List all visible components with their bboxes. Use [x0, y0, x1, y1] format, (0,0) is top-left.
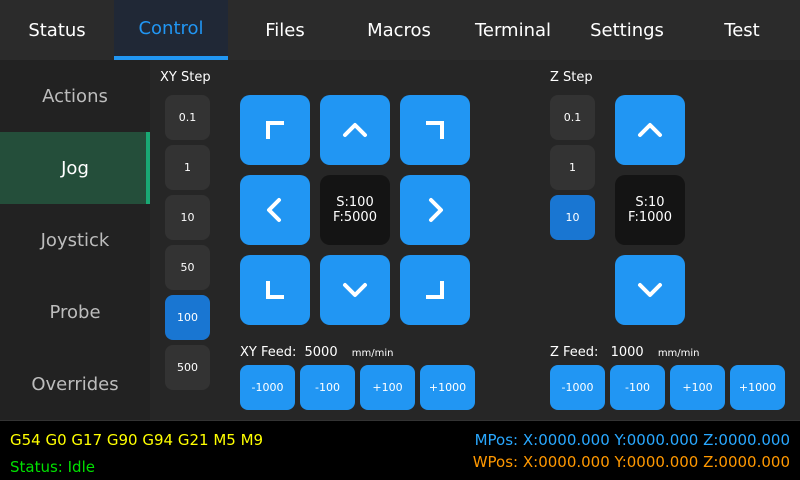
arrow-up-icon [638, 123, 662, 137]
arrow-up-left-icon [266, 121, 284, 139]
arrow-down-left-icon [266, 281, 284, 299]
tab-files[interactable]: Files [228, 0, 342, 60]
sidebar-item-jog[interactable]: Jog [0, 132, 150, 204]
z-feed-rate: F:1000 [628, 210, 672, 225]
xy-feed-plus-100-button[interactable]: +100 [360, 365, 415, 410]
z-feed-plus-100-button[interactable]: +100 [670, 365, 725, 410]
xy-feed-unit: mm/min [351, 348, 394, 359]
tab-macros[interactable]: Macros [342, 0, 456, 60]
z-step-0.1-button[interactable]: 0.1 [550, 95, 595, 140]
sidebar-item-overrides[interactable]: Overrides [0, 348, 150, 420]
xy-feed-minus-100-button[interactable]: -100 [300, 365, 355, 410]
arrow-up-icon [343, 123, 367, 137]
z-step-10-button[interactable]: 10 [550, 195, 595, 240]
xy-step-0.1-button[interactable]: 0.1 [165, 95, 210, 140]
z-feed-label: Z Feed: [550, 345, 599, 360]
jog-panel: XY Step 0.1 1 10 50 100 500 S:100 F:5000… [150, 60, 800, 420]
sidebar-item-actions[interactable]: Actions [0, 60, 150, 132]
z-feed-row: Z Feed: 1000 mm/min [550, 345, 700, 360]
z-feed-unit: mm/min [657, 348, 700, 359]
machine-state: Status: Idle [10, 458, 95, 476]
xy-feed-label: XY Feed: [240, 345, 297, 360]
sidebar: Actions Jog Joystick Probe Overrides [0, 60, 150, 420]
jog-right-button[interactable] [400, 175, 470, 245]
z-feed-minus-1000-button[interactable]: -1000 [550, 365, 605, 410]
xy-feed-plus-1000-button[interactable]: +1000 [420, 365, 475, 410]
arrow-down-right-icon [426, 281, 444, 299]
z-speed: S:10 [635, 195, 665, 210]
z-feed-value: 1000 [610, 345, 644, 360]
work-position: WPos: X:0000.000 Y:0000.000 Z:0000.000 [472, 453, 790, 471]
sidebar-item-probe[interactable]: Probe [0, 276, 150, 348]
jog-left-button[interactable] [240, 175, 310, 245]
machine-position: MPos: X:0000.000 Y:0000.000 Z:0000.000 [474, 431, 790, 449]
tab-test[interactable]: Test [684, 0, 800, 60]
xy-step-10-button[interactable]: 10 [165, 195, 210, 240]
arrow-right-icon [429, 198, 443, 222]
tab-control[interactable]: Control [114, 0, 228, 60]
jog-z-down-button[interactable] [615, 255, 685, 325]
tab-status[interactable]: Status [0, 0, 114, 60]
jog-down-right-button[interactable] [400, 255, 470, 325]
z-step-1-button[interactable]: 1 [550, 145, 595, 190]
xy-feed-row: XY Feed: 5000 mm/min [240, 345, 393, 360]
jog-up-right-button[interactable] [400, 95, 470, 165]
z-feed-minus-100-button[interactable]: -100 [610, 365, 665, 410]
jog-z-up-button[interactable] [615, 95, 685, 165]
xy-speed: S:100 [336, 195, 374, 210]
z-feed-plus-1000-button[interactable]: +1000 [730, 365, 785, 410]
xy-step-50-button[interactable]: 50 [165, 245, 210, 290]
status-bar: G54 G0 G17 G90 G94 G21 M5 M9 Status: Idl… [0, 420, 800, 480]
arrow-left-icon [267, 198, 281, 222]
jog-down-left-button[interactable] [240, 255, 310, 325]
top-nav: Status Control Files Macros Terminal Set… [0, 0, 800, 60]
jog-down-button[interactable] [320, 255, 390, 325]
z-step-label: Z Step [550, 70, 593, 85]
z-speed-feed-display: S:10 F:1000 [615, 175, 685, 245]
tab-terminal[interactable]: Terminal [456, 0, 570, 60]
xy-feed-minus-1000-button[interactable]: -1000 [240, 365, 295, 410]
xy-feed-value: 5000 [304, 345, 338, 360]
arrow-down-icon [638, 283, 662, 297]
jog-up-button[interactable] [320, 95, 390, 165]
xy-step-label: XY Step [160, 70, 211, 85]
xy-step-100-button[interactable]: 100 [165, 295, 210, 340]
xy-speed-feed-display: S:100 F:5000 [320, 175, 390, 245]
arrow-up-right-icon [426, 121, 444, 139]
gcode-modes: G54 G0 G17 G90 G94 G21 M5 M9 [10, 431, 264, 449]
xy-step-1-button[interactable]: 1 [165, 145, 210, 190]
tab-settings[interactable]: Settings [570, 0, 684, 60]
sidebar-item-joystick[interactable]: Joystick [0, 204, 150, 276]
xy-feed-rate: F:5000 [333, 210, 377, 225]
jog-up-left-button[interactable] [240, 95, 310, 165]
xy-step-500-button[interactable]: 500 [165, 345, 210, 390]
arrow-down-icon [343, 283, 367, 297]
